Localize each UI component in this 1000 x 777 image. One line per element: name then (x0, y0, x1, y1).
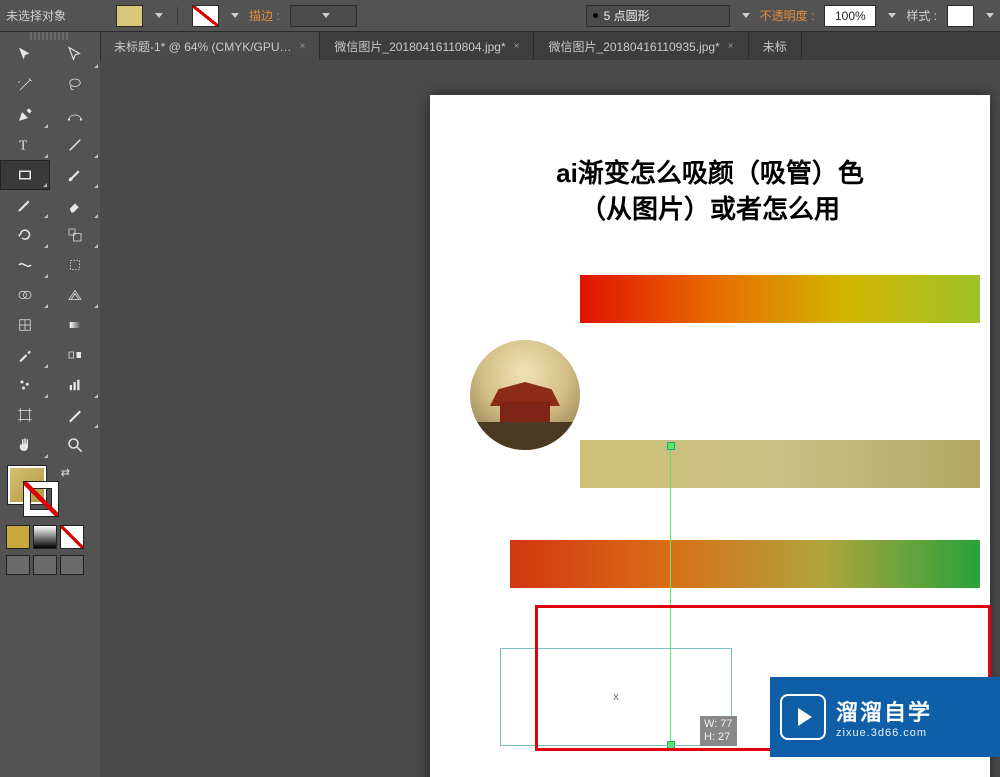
draw-inside[interactable] (60, 555, 84, 575)
artboard[interactable]: ai渐变怎么吸颜（吸管）色 （从图片）或者怎么用 x W: 77 H: 27 (430, 95, 990, 777)
anchor-mark-icon: x (613, 691, 619, 703)
tab-label: 未标 (763, 38, 787, 55)
type-tool[interactable]: T (0, 130, 50, 160)
panel-grip-icon[interactable] (30, 32, 70, 40)
brush-dot-icon (593, 13, 598, 18)
opacity-arrow-icon[interactable] (888, 13, 896, 18)
selection-tool[interactable] (0, 40, 50, 70)
fill-menu-arrow-icon[interactable] (155, 13, 163, 18)
color-mode-none[interactable] (60, 525, 84, 549)
eraser-tool[interactable] (50, 190, 100, 220)
close-icon[interactable]: × (514, 41, 520, 52)
tab-label: 微信图片_20180416110935.jpg* (548, 38, 719, 55)
dimension-tooltip: W: 77 H: 27 (700, 716, 737, 746)
tab-overflow[interactable]: 未标 (749, 32, 802, 60)
symbol-sprayer-tool[interactable] (0, 370, 50, 400)
paintbrush-tool[interactable] (50, 160, 100, 190)
gradient-bar-3[interactable] (510, 540, 980, 588)
toolbox-panel: T ⇄ (0, 32, 101, 777)
curvature-tool[interactable] (50, 100, 100, 130)
color-mode-solid[interactable] (6, 525, 30, 549)
magic-wand-tool[interactable] (0, 70, 50, 100)
artboard-tool[interactable] (0, 400, 50, 430)
canvas[interactable]: ai渐变怎么吸颜（吸管）色 （从图片）或者怎么用 x W: 77 H: 27 (100, 60, 1000, 777)
watermark-badge: 溜溜自学 zixue.3d66.com (770, 677, 1000, 757)
brush-preset-dropdown[interactable]: 5 点圆形 (586, 5, 730, 27)
color-mode-gradient[interactable] (33, 525, 57, 549)
artwork-title: ai渐变怎么吸颜（吸管）色 （从图片）或者怎么用 (430, 155, 990, 228)
swap-fill-stroke-icon[interactable]: ⇄ (61, 466, 70, 479)
svg-text:T: T (19, 138, 28, 153)
shape-builder-tool[interactable] (0, 280, 50, 310)
fill-stroke-indicator[interactable]: ⇄ (8, 466, 92, 521)
stroke-box[interactable] (24, 482, 58, 516)
column-graph-tool[interactable] (50, 370, 100, 400)
mesh-tool[interactable] (0, 310, 50, 340)
stroke-label: 描边 : (249, 7, 280, 24)
tab-label: 微信图片_20180416110804.jpg* (334, 38, 505, 55)
stroke-menu-arrow-icon[interactable] (231, 13, 239, 18)
tab-untitled-1[interactable]: 未标题-1* @ 64% (CMYK/GPU… × (100, 32, 320, 60)
style-swatch[interactable] (947, 5, 974, 27)
watermark-url: zixue.3d66.com (836, 727, 932, 739)
document-tabs: 未标题-1* @ 64% (CMYK/GPU… × 微信图片_201804161… (100, 32, 1000, 61)
brush-preset-label: 5 点圆形 (604, 7, 650, 24)
brush-menu-arrow-icon[interactable] (742, 13, 750, 18)
guide-handle-icon (667, 442, 675, 450)
hand-tool[interactable] (0, 430, 50, 460)
opacity-label: 不透明度 : (760, 7, 815, 24)
color-mode-row (0, 521, 100, 553)
tab-label: 未标题-1* @ 64% (CMYK/GPU… (114, 38, 292, 55)
stroke-weight-input[interactable] (290, 5, 357, 27)
free-transform-tool[interactable] (50, 250, 100, 280)
draw-normal[interactable] (6, 555, 30, 575)
style-label: 样式 : (906, 7, 937, 24)
style-arrow-icon[interactable] (986, 13, 994, 18)
eyedropper-tool[interactable] (0, 340, 50, 370)
gradient-tool[interactable] (50, 310, 100, 340)
lasso-tool[interactable] (50, 70, 100, 100)
fill-swatch[interactable] (116, 5, 143, 27)
scale-tool[interactable] (50, 220, 100, 250)
sample-image-circle[interactable] (470, 340, 580, 450)
slice-tool[interactable] (50, 400, 100, 430)
play-icon (780, 694, 826, 740)
width-tool[interactable] (0, 250, 50, 280)
rotate-tool[interactable] (0, 220, 50, 250)
annotation-arrow-icon (100, 60, 400, 210)
gradient-bar-1[interactable] (580, 275, 980, 323)
draw-mode-row (0, 553, 100, 577)
perspective-grid-tool[interactable] (50, 280, 100, 310)
opacity-input[interactable]: 100% (824, 5, 876, 27)
close-icon[interactable]: × (728, 41, 734, 52)
tab-image-1[interactable]: 微信图片_20180416110804.jpg* × (320, 32, 534, 60)
stroke-swatch[interactable] (192, 5, 219, 27)
pen-tool[interactable] (0, 100, 50, 130)
drawing-rectangle[interactable]: x (500, 648, 732, 746)
close-icon[interactable]: × (300, 41, 306, 52)
zoom-tool[interactable] (50, 430, 100, 460)
direct-selection-tool[interactable] (50, 40, 100, 70)
pencil-tool[interactable] (0, 190, 50, 220)
draw-behind[interactable] (33, 555, 57, 575)
control-bar: 未选择对象 描边 : 5 点圆形 不透明度 : 100% 样式 : (0, 0, 1000, 32)
gradient-bar-2[interactable] (580, 440, 980, 488)
stroke-weight-stepper-icon[interactable] (322, 13, 330, 18)
tab-image-2[interactable]: 微信图片_20180416110935.jpg* × (534, 32, 748, 60)
watermark-title: 溜溜自学 (836, 695, 932, 727)
line-segment-tool[interactable] (50, 130, 100, 160)
blend-tool[interactable] (50, 340, 100, 370)
selection-status: 未选择对象 (6, 7, 66, 24)
rectangle-tool[interactable] (0, 160, 50, 190)
